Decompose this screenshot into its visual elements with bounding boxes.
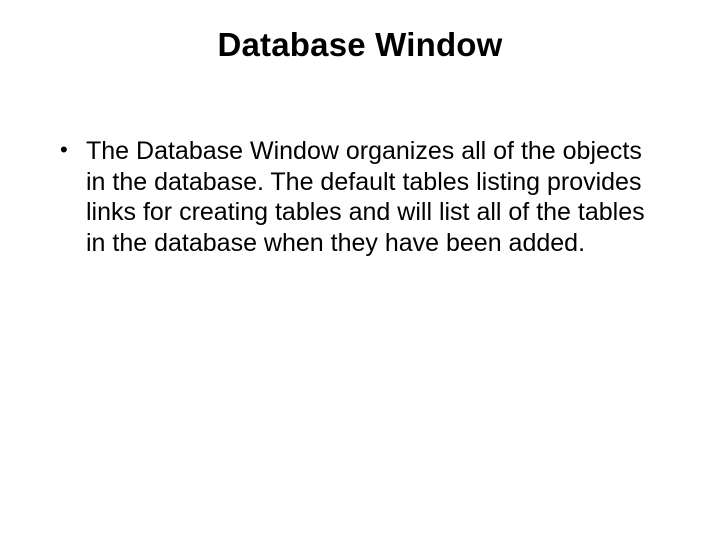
slide: Database Window The Database Window orga… <box>0 0 720 540</box>
bullet-item: The Database Window organizes all of the… <box>86 136 664 258</box>
slide-title: Database Window <box>36 26 684 64</box>
slide-body: The Database Window organizes all of the… <box>36 136 684 258</box>
